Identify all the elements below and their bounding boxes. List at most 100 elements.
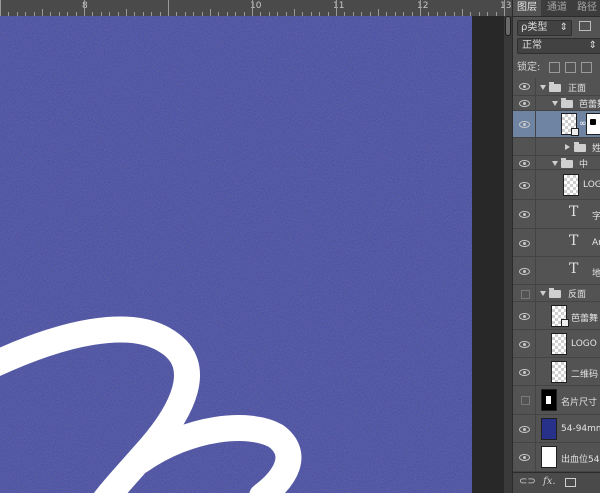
text-layer-icon: T [569, 261, 579, 277]
layer-row-logo-back[interactable]: LOGO [513, 330, 600, 358]
filter-type-select[interactable]: ρ类型 ⇕ [517, 20, 572, 36]
layer-thumbnail [541, 418, 557, 440]
chevron-down-icon[interactable] [552, 161, 558, 166]
scroll-thumb[interactable] [505, 16, 511, 36]
ruler-tick [168, 0, 169, 16]
eye-icon[interactable] [519, 100, 530, 107]
lock-row: 锁定: [517, 58, 592, 73]
ruler-tick [420, 0, 421, 16]
folder-icon [561, 158, 573, 168]
eye-icon[interactable] [519, 121, 530, 128]
visibility-off-box[interactable] [521, 290, 530, 299]
ruler-label: 11 [333, 1, 345, 11]
ruler-tick [252, 0, 253, 16]
ruler-tick [42, 9, 43, 16]
lock-move-icon[interactable] [580, 61, 592, 73]
ruler-tick [126, 9, 127, 16]
layer-row-card-size[interactable]: 名片尺寸 5 [513, 386, 600, 415]
eye-icon[interactable] [519, 83, 530, 90]
horizontal-ruler: 8 10 11 12 13 [0, 0, 512, 17]
layer-row-logo[interactable]: LOGO [513, 170, 600, 200]
layer-thumbnail [551, 333, 567, 355]
canvas-artwork [0, 16, 472, 493]
vertical-scrollbar[interactable] [504, 16, 512, 493]
ruler-tick [378, 9, 379, 16]
blend-mode-select[interactable]: 正常 ⇕ [517, 38, 600, 54]
layers-bottom-bar: ⊂⊃ fx. [513, 472, 600, 493]
ruler-tick [294, 9, 295, 16]
ruler-label: 12 [417, 1, 429, 11]
blend-mode-label: 正常 [522, 40, 542, 51]
folder-icon [549, 82, 561, 92]
thumb-shape [546, 396, 551, 404]
layer-row-54-94mm[interactable]: 54-94mm [513, 415, 600, 443]
eye-icon[interactable] [519, 182, 530, 189]
canvas-area[interactable]: 8 10 11 12 13 [0, 0, 512, 493]
lock-label: 锁定: [517, 62, 541, 73]
tab-channels[interactable]: 通道 [543, 0, 571, 16]
chevron-down-icon[interactable] [552, 101, 558, 106]
layer-name: 54-94mm [561, 424, 600, 434]
layer-name: 字 [592, 209, 600, 222]
layer-name: 二维码 [571, 370, 599, 380]
chevron-down-icon[interactable] [540, 85, 546, 90]
filter-type-label: ρ类型 [521, 22, 548, 33]
smart-object-icon [571, 128, 579, 136]
chevron-updown-icon: ⇕ [588, 40, 597, 51]
layer-row-group-middle[interactable]: 中 [513, 156, 600, 170]
layer-row-text-2[interactable]: T Ar [513, 229, 600, 257]
layer-name: 正面 [568, 84, 587, 94]
layer-mask-thumbnail[interactable] [586, 113, 600, 135]
layer-name: 反面 [568, 290, 587, 300]
fx-icon[interactable]: fx. [543, 476, 556, 487]
lock-brush-icon[interactable] [564, 61, 576, 73]
eye-icon[interactable] [519, 313, 530, 320]
folder-icon [561, 98, 573, 108]
layer-name: 芭蕾舞 [579, 100, 600, 110]
ruler-tick [336, 0, 337, 16]
visibility-off-box[interactable] [521, 396, 530, 405]
layer-row-bleed[interactable]: 出血位54- [513, 443, 600, 472]
layer-name: 名片尺寸 5 [561, 398, 600, 408]
layer-name: Ar [592, 238, 600, 248]
eye-icon[interactable] [519, 426, 530, 433]
folder-icon [574, 142, 586, 152]
layer-row-group-front[interactable]: 正面 [513, 78, 600, 96]
mask-icon[interactable] [565, 478, 576, 487]
ruler-tick [84, 0, 85, 16]
ruler-tick [462, 9, 463, 16]
layer-row-text-3[interactable]: T 地 [513, 257, 600, 285]
layer-row-group-name[interactable]: 姓 [513, 138, 600, 156]
layer-row-text-1[interactable]: T 字 [513, 200, 600, 229]
layer-thumbnail [563, 174, 579, 196]
layer-row-group-ballet[interactable]: 芭蕾舞 [513, 96, 600, 111]
layer-row-qrcode[interactable]: 二维码 [513, 358, 600, 386]
folder-icon [549, 288, 561, 298]
eye-icon[interactable] [519, 268, 530, 275]
chevron-updown-icon: ⇕ [559, 22, 568, 33]
eye-icon[interactable] [519, 341, 530, 348]
chevron-right-icon[interactable] [565, 144, 570, 150]
layer-row-group-back[interactable]: 反面 [513, 285, 600, 302]
ruler-tick [0, 0, 1, 16]
panel-tabs: 图层 通道 路径 [513, 0, 600, 17]
ruler-tick [210, 9, 211, 16]
tab-layers[interactable]: 图层 [513, 0, 541, 16]
link-icon[interactable]: ⊂⊃ [519, 476, 536, 487]
eye-icon[interactable] [519, 369, 530, 376]
eye-icon[interactable] [519, 454, 530, 461]
ruler-tick [504, 0, 505, 16]
document-canvas[interactable] [0, 16, 472, 493]
layer-thumbnail [541, 389, 557, 411]
chevron-down-icon[interactable] [540, 291, 546, 296]
layer-name: 姓 [592, 141, 600, 154]
eye-icon[interactable] [519, 160, 530, 167]
lock-transparency-icon[interactable] [548, 61, 560, 73]
mask-shape [590, 119, 596, 125]
layer-row-ballet-image[interactable]: 芭蕾舞 [513, 302, 600, 330]
layer-row-selected[interactable]: ∞ [513, 111, 600, 138]
eye-icon[interactable] [519, 211, 530, 218]
image-filter-icon[interactable] [579, 21, 591, 31]
tab-paths[interactable]: 路径 [573, 0, 600, 16]
eye-icon[interactable] [519, 240, 530, 247]
